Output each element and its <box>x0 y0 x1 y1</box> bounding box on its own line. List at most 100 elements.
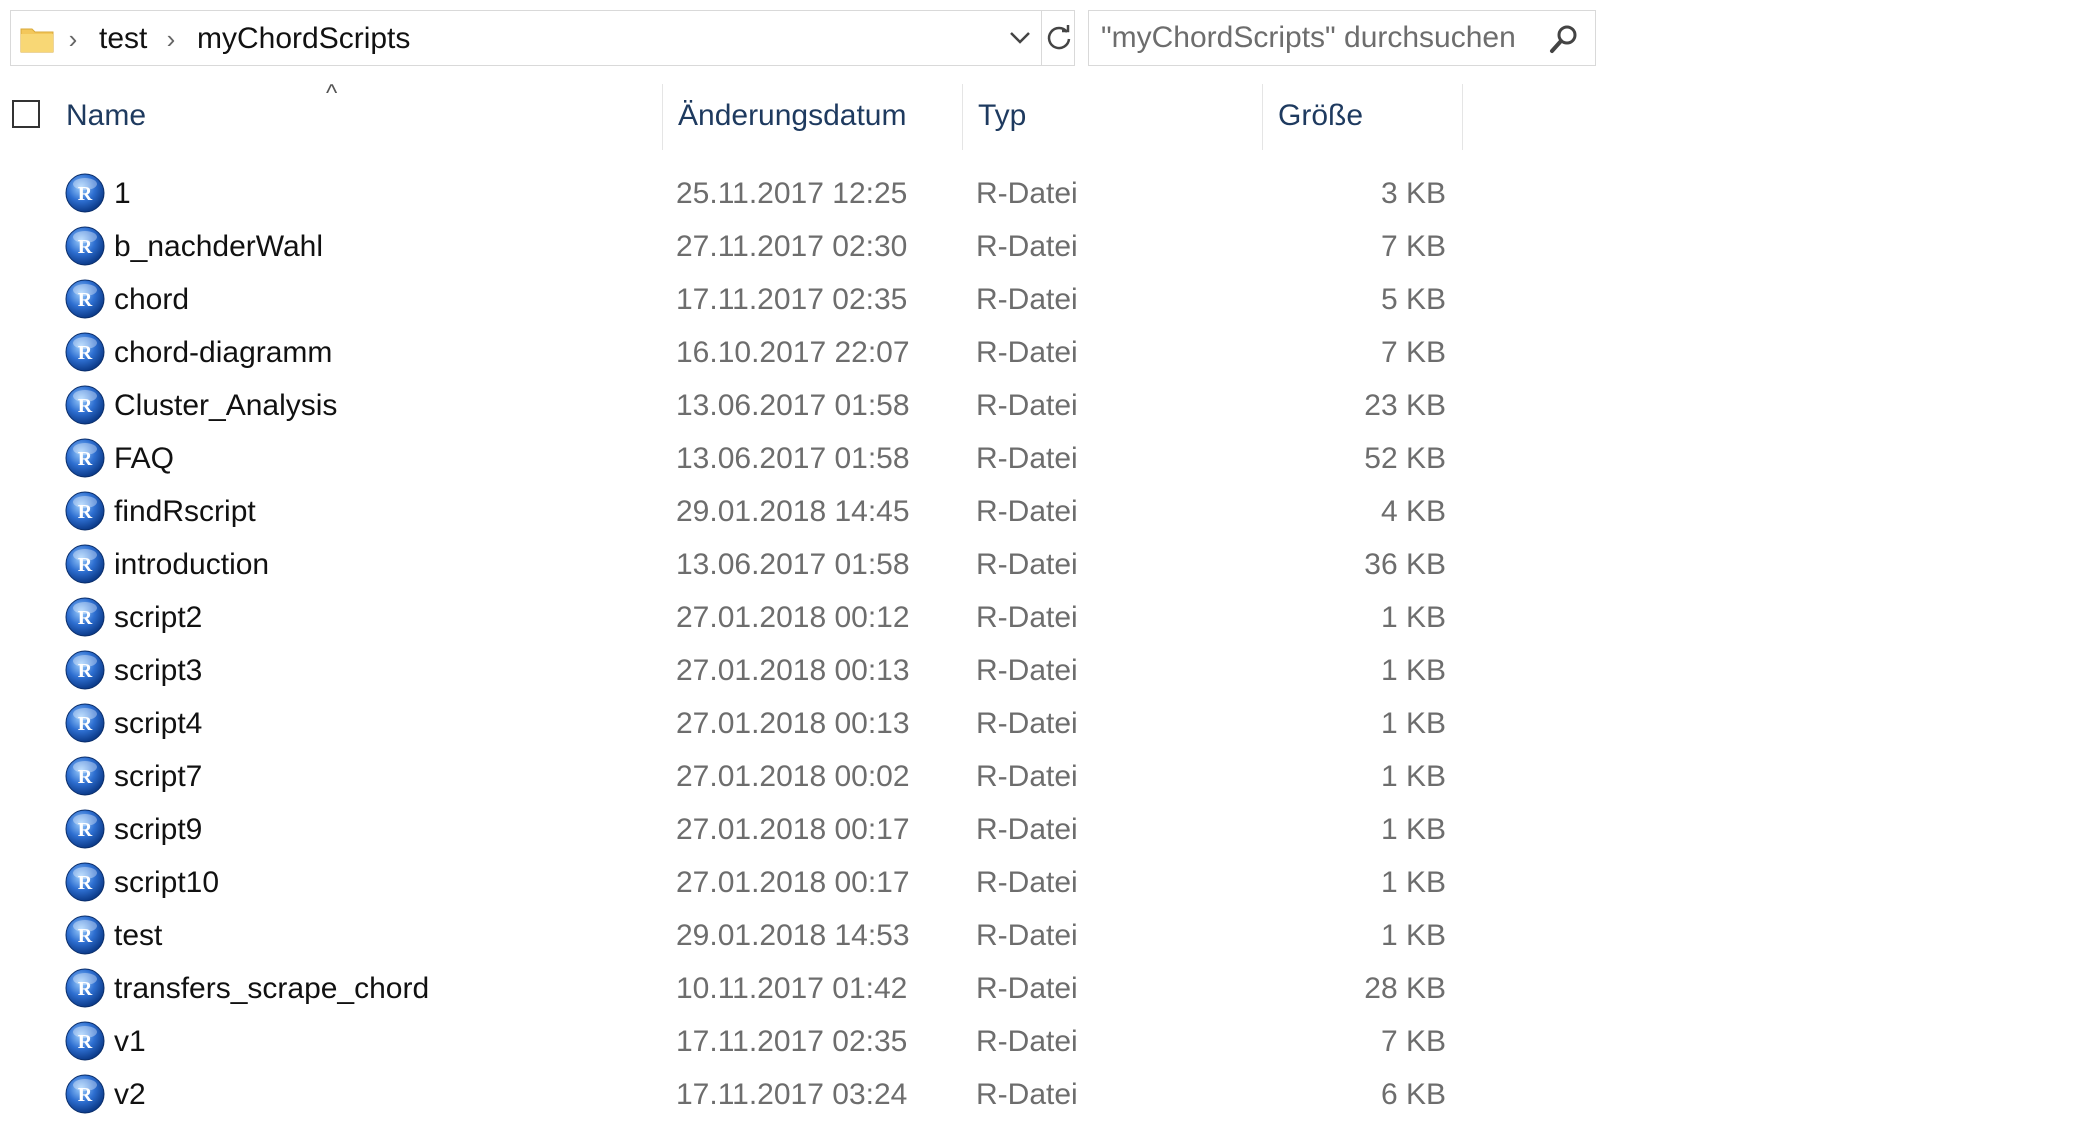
file-row[interactable]: Rchord 17.11.2017 02:35 R-Datei 5 KB <box>0 274 1470 327</box>
file-size: 23 KB <box>1364 389 1446 422</box>
refresh-icon <box>1047 25 1071 50</box>
file-size: 6 KB <box>1380 1078 1446 1111</box>
svg-text:R: R <box>78 978 93 1000</box>
file-type: R-Datei <box>976 177 1078 210</box>
file-row[interactable]: Rscript2 27.01.2018 00:12 R-Datei 1 KB <box>0 592 1470 645</box>
search-box[interactable] <box>1088 10 1596 66</box>
file-name: findRscript <box>114 495 256 528</box>
svg-text:R: R <box>78 236 93 258</box>
file-row[interactable]: R 1 25.11.2017 12:25 R-Datei 3 KB <box>0 168 1470 221</box>
file-row[interactable]: Rscript9 27.01.2018 00:17 R-Datei 1 KB <box>0 804 1470 857</box>
file-row[interactable]: Rscript3 27.01.2018 00:13 R-Datei 1 KB <box>0 645 1470 698</box>
search-input[interactable] <box>1101 19 1541 57</box>
chevron-down-icon <box>1010 32 1030 44</box>
file-type: R-Datei <box>976 601 1078 634</box>
svg-text:R: R <box>78 925 93 947</box>
r-file-icon: R <box>65 491 105 531</box>
column-divider[interactable] <box>1262 84 1263 150</box>
column-header-type[interactable]: Typ <box>978 84 1258 150</box>
chevron-right-icon[interactable]: › <box>63 26 83 52</box>
file-row[interactable]: RfindRscript 29.01.2018 14:45 R-Datei 4 KB <box>0 486 1470 539</box>
file-name: v2 <box>114 1078 146 1111</box>
file-modified-date: 27.11.2017 02:30 <box>676 230 908 263</box>
file-modified-date: 27.01.2018 00:12 <box>676 601 910 634</box>
file-type: R-Datei <box>976 548 1078 581</box>
file-row[interactable]: R FAQ 13.06.2017 01:58 R-Datei 52 KB <box>0 433 1470 486</box>
column-header: ^ Name Änderungsdatum Typ Größe <box>0 80 1470 150</box>
file-name: introduction <box>114 548 270 581</box>
r-file-icon: R <box>65 915 105 955</box>
file-type: R-Datei <box>976 707 1078 740</box>
column-divider[interactable] <box>662 84 663 150</box>
file-modified-date: 25.11.2017 12:25 <box>676 177 908 210</box>
chevron-right-icon[interactable]: › <box>161 26 181 52</box>
svg-text:R: R <box>78 766 93 788</box>
column-header-size[interactable]: Größe <box>1278 84 1458 150</box>
refresh-button[interactable] <box>1041 11 1076 65</box>
file-row[interactable]: Rscript4 27.01.2018 00:13 R-Datei 1 KB <box>0 698 1470 751</box>
file-name: chord-diagramm <box>114 336 333 369</box>
file-modified-date: 17.11.2017 03:24 <box>676 1078 908 1111</box>
file-size: 36 KB <box>1364 548 1446 581</box>
r-file-icon: R <box>65 279 105 319</box>
file-size: 1 KB <box>1380 813 1446 846</box>
column-divider[interactable] <box>1462 84 1463 150</box>
file-list: R 1 25.11.2017 12:25 R-Datei 3 KB Rb_nachderW… <box>0 168 1470 1122</box>
r-file-icon: R <box>65 597 105 637</box>
r-file-icon: R <box>65 756 105 796</box>
svg-text:R: R <box>78 1031 93 1053</box>
file-name: b_nachderWahl <box>114 230 324 263</box>
file-size: 4 KB <box>1380 495 1446 528</box>
file-size: 1 KB <box>1380 919 1446 952</box>
file-name: v1 <box>114 1025 146 1058</box>
file-row[interactable]: Rchord-diagramm 16.10.2017 22:07 R-Datei 7 … <box>0 327 1470 380</box>
r-file-icon: R <box>65 1074 105 1114</box>
file-size: 52 KB <box>1364 442 1446 475</box>
breadcrumb-item-current[interactable]: myChordScripts <box>197 21 410 57</box>
svg-text:R: R <box>78 660 93 682</box>
file-type: R-Datei <box>976 866 1078 899</box>
file-row[interactable]: Rintroduction 13.06.2017 01:58 R-Datei 36 K… <box>0 539 1470 592</box>
file-type: R-Datei <box>976 760 1078 793</box>
file-type: R-Datei <box>976 230 1078 263</box>
file-modified-date: 13.06.2017 01:58 <box>676 442 910 475</box>
file-row[interactable]: Rv1 17.11.2017 02:35 R-Datei 7 KB <box>0 1016 1470 1069</box>
file-type: R-Datei <box>976 919 1078 952</box>
file-size: 1 KB <box>1380 654 1446 687</box>
file-name: transfers_scrape_chord <box>114 972 430 1005</box>
file-row[interactable]: R Cluster_Analysis 13.06.2017 01:58 R-Datei… <box>0 380 1470 433</box>
column-header-name[interactable]: Name <box>66 84 656 150</box>
r-file-icon: R <box>65 968 105 1008</box>
file-type: R-Datei <box>976 972 1078 1005</box>
file-row[interactable]: Rtest 29.01.2018 14:53 R-Datei 1 KB <box>0 910 1470 963</box>
search-icon[interactable] <box>1547 23 1581 55</box>
file-modified-date: 27.01.2018 00:02 <box>676 760 910 793</box>
file-type: R-Datei <box>976 283 1078 316</box>
breadcrumb-item-test[interactable]: test <box>99 21 147 57</box>
svg-text:R: R <box>78 1084 93 1106</box>
file-modified-date: 13.06.2017 01:58 <box>676 548 910 581</box>
svg-text:R: R <box>78 554 93 576</box>
file-type: R-Datei <box>976 442 1078 475</box>
file-type: R-Datei <box>976 654 1078 687</box>
file-row[interactable]: Rscript7 27.01.2018 00:02 R-Datei 1 KB <box>0 751 1470 804</box>
r-file-icon: R <box>65 650 105 690</box>
column-header-date[interactable]: Änderungsdatum <box>678 84 958 150</box>
file-name: script3 <box>114 654 203 687</box>
file-modified-date: 27.01.2018 00:17 <box>676 813 910 846</box>
file-row[interactable]: Rtransfers_scrape_chord 10.11.2017 01:42 R… <box>0 963 1470 1016</box>
column-divider[interactable] <box>962 84 963 150</box>
file-row[interactable]: Rscript10 27.01.2018 00:17 R-Datei 1 KB <box>0 857 1470 910</box>
select-all-checkbox[interactable] <box>12 100 40 128</box>
svg-text:R: R <box>78 342 93 364</box>
file-row[interactable]: Rv2 17.11.2017 03:24 R-Datei 6 KB <box>0 1069 1470 1122</box>
file-name: script7 <box>114 760 203 793</box>
file-type: R-Datei <box>976 1078 1078 1111</box>
file-type: R-Datei <box>976 495 1078 528</box>
address-dropdown-button[interactable] <box>1001 11 1039 65</box>
address-bar[interactable]: › test › myChordScripts <box>10 10 1075 66</box>
svg-text:R: R <box>78 819 93 841</box>
file-row[interactable]: Rb_nachderWahl 27.11.2017 02:30 R-Datei 7 K… <box>0 221 1470 274</box>
file-name: test <box>114 919 163 952</box>
file-type: R-Datei <box>976 1025 1078 1058</box>
